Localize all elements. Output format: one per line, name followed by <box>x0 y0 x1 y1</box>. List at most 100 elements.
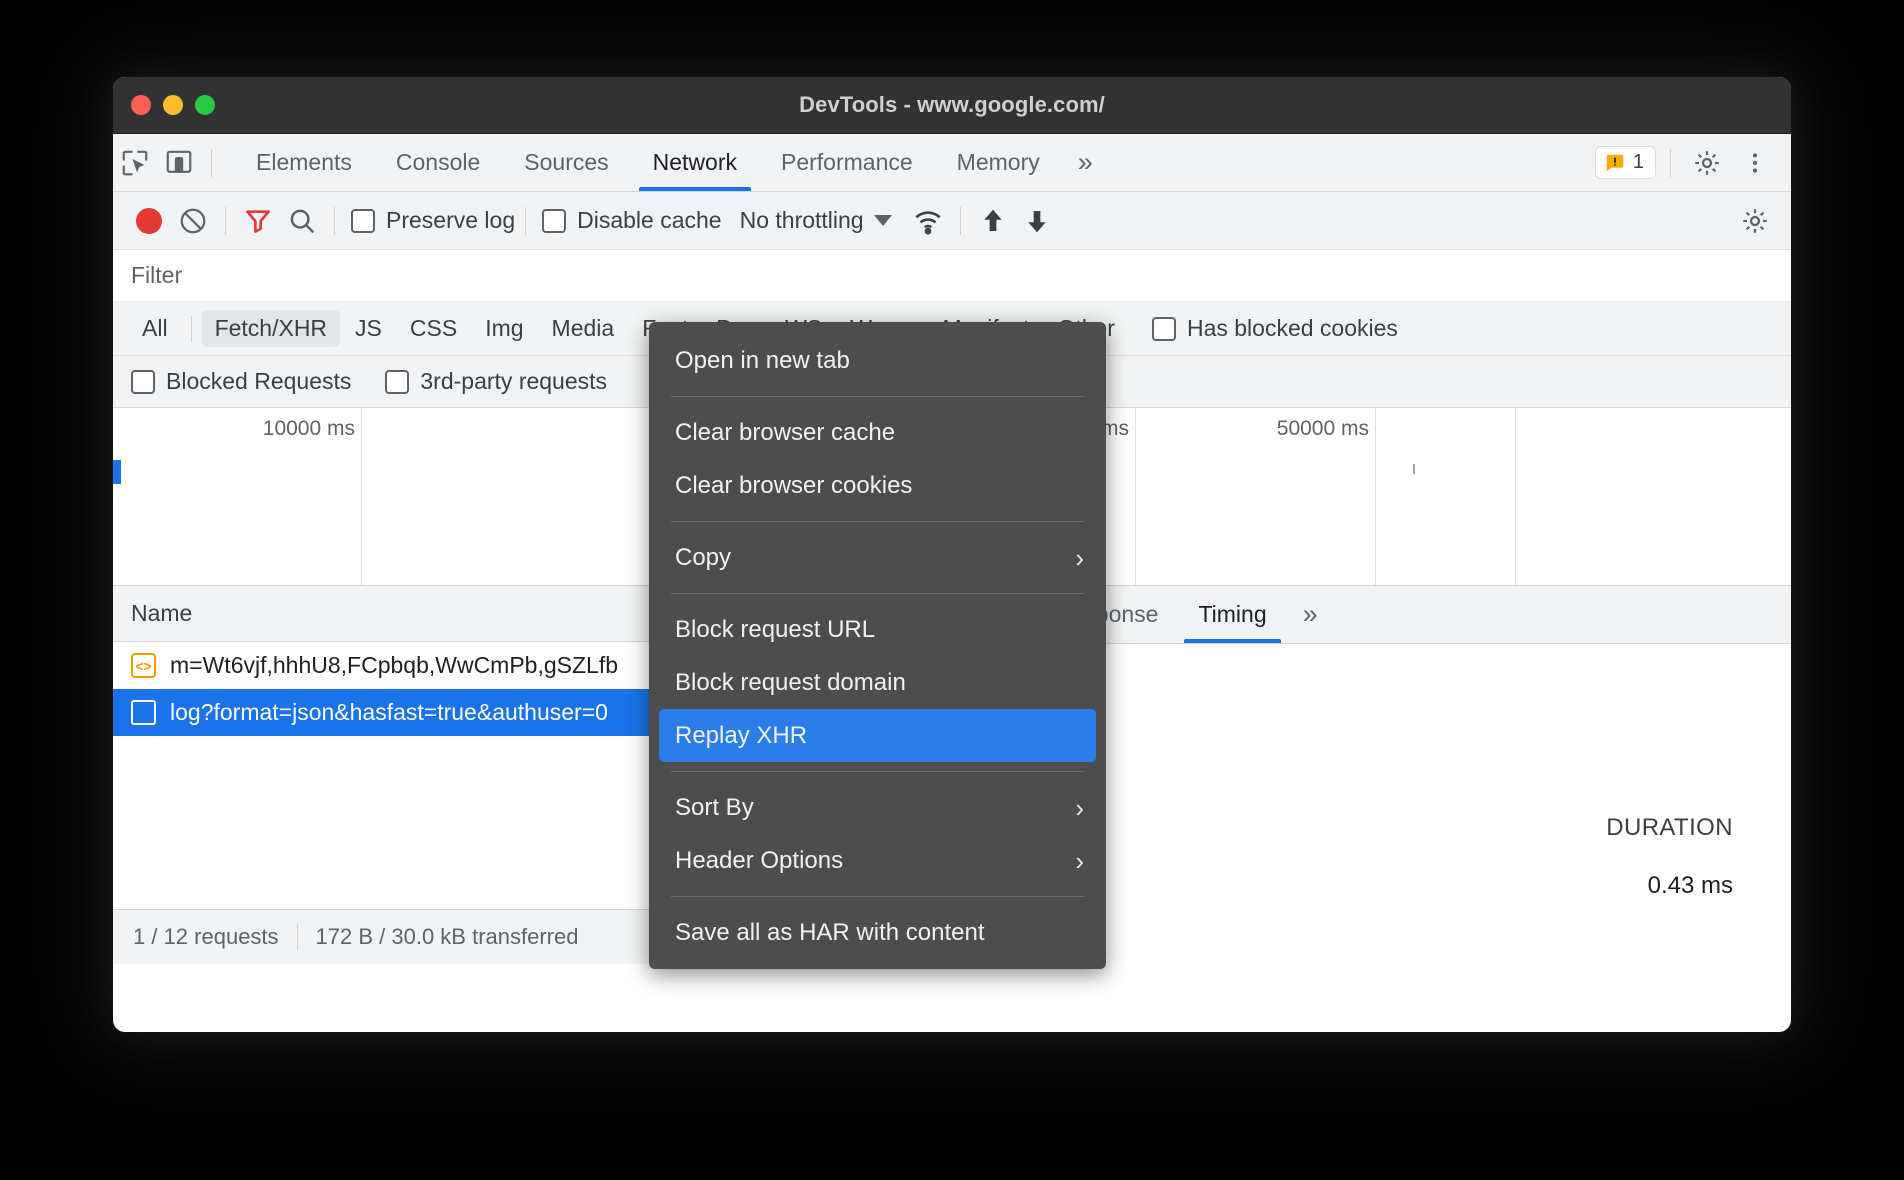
request-list: 10000 ms <box>113 408 654 586</box>
inspect-element-icon[interactable] <box>113 141 157 185</box>
filter-placeholder: Filter <box>131 262 182 289</box>
checkbox-box <box>1152 317 1176 341</box>
menu-item-clear-browser-cookies[interactable]: Clear browser cookies <box>649 459 1106 512</box>
menu-item-label: Sort By <box>675 794 754 822</box>
menu-item-block-request-url[interactable]: Block request URL <box>649 603 1106 656</box>
transferred-size: 172 B / 30.0 kB transferred <box>316 924 579 950</box>
more-tabs-icon[interactable]: » <box>1062 134 1109 191</box>
menu-item-block-request-domain[interactable]: Block request domain <box>649 656 1106 709</box>
tab-performance[interactable]: Performance <box>759 134 935 191</box>
tab-network[interactable]: Network <box>631 134 759 191</box>
menu-item-open-in-new-tab[interactable]: Open in new tab <box>649 334 1106 387</box>
third-party-requests-checkbox[interactable]: 3rd-party requests <box>385 368 607 395</box>
tab-memory[interactable]: Memory <box>935 134 1062 191</box>
filter-input[interactable]: Filter <box>113 250 1791 301</box>
chevron-right-icon: › <box>1075 795 1084 821</box>
menu-separator <box>671 521 1084 522</box>
third-party-requests-label: 3rd-party requests <box>420 368 607 395</box>
timing-row-value: 0.43 ms <box>1648 872 1733 900</box>
tab-sources[interactable]: Sources <box>502 134 630 191</box>
table-row[interactable]: log?format=json&hasfast=true&authuser=0 <box>113 689 654 736</box>
tab-elements[interactable]: Elements <box>234 134 374 191</box>
menu-separator <box>671 771 1084 772</box>
more-details-tabs-icon[interactable]: » <box>1287 586 1334 643</box>
menu-item-sort-by[interactable]: Sort By › <box>649 781 1106 834</box>
throttling-value: No throttling <box>740 207 864 234</box>
warning-count: 1 <box>1633 151 1644 174</box>
chevron-down-icon <box>874 215 892 226</box>
menu-item-replay-xhr[interactable]: Replay XHR <box>659 709 1096 762</box>
context-menu: Open in new tab Clear browser cache Clea… <box>649 322 1106 969</box>
tabbar-actions: 1 <box>1595 141 1791 185</box>
statusbar-divider <box>297 924 298 950</box>
warning-badge[interactable]: 1 <box>1595 146 1656 179</box>
record-button[interactable] <box>127 199 171 243</box>
gear-icon[interactable] <box>1733 199 1777 243</box>
type-filter-all[interactable]: All <box>129 310 181 347</box>
device-toolbar-icon[interactable] <box>157 141 201 185</box>
menu-separator <box>671 593 1084 594</box>
menu-item-copy[interactable]: Copy › <box>649 531 1106 584</box>
funnel-icon[interactable] <box>236 199 280 243</box>
has-blocked-cookies-checkbox[interactable]: Has blocked cookies <box>1152 315 1398 342</box>
window-title: DevTools - www.google.com/ <box>113 92 1791 118</box>
preserve-log-checkbox[interactable]: Preserve log <box>351 207 515 234</box>
disable-cache-checkbox[interactable]: Disable cache <box>542 207 721 234</box>
screen: DevTools - www.google.com/ Elements Cons… <box>0 0 1904 1180</box>
kebab-menu-icon[interactable] <box>1733 141 1777 185</box>
checkbox-box <box>542 209 566 233</box>
clear-button[interactable] <box>171 199 215 243</box>
menu-separator <box>671 396 1084 397</box>
warning-icon <box>1604 152 1626 174</box>
gear-icon[interactable] <box>1685 141 1729 185</box>
request-count: 1 / 12 requests <box>133 924 279 950</box>
type-filter-fetch-xhr[interactable]: Fetch/XHR <box>202 310 340 347</box>
menu-item-header-options[interactable]: Header Options › <box>649 834 1106 887</box>
devtools-window: DevTools - www.google.com/ Elements Cons… <box>113 77 1791 1032</box>
search-icon[interactable] <box>280 199 324 243</box>
type-filter-img[interactable]: Img <box>472 310 536 347</box>
toolbar-divider-4 <box>960 207 961 235</box>
panel-tabs: Elements Console Sources Network Perform… <box>234 134 1109 191</box>
window-titlebar: DevTools - www.google.com/ <box>113 77 1791 134</box>
blocked-requests-label: Blocked Requests <box>166 368 351 395</box>
menu-item-label: Header Options <box>675 847 843 875</box>
toolbar-divider-2 <box>334 207 335 235</box>
tabbar-divider <box>211 149 212 177</box>
menu-item-label: Copy <box>675 544 731 572</box>
overview-request-bar <box>113 460 121 484</box>
chevron-right-icon: › <box>1075 545 1084 571</box>
table-row[interactable]: <> m=Wt6vjf,hhhU8,FCpbqb,WwCmPb,gSZLfb <box>113 642 654 689</box>
toolbar-divider-3 <box>525 207 526 235</box>
tab-console[interactable]: Console <box>374 134 502 191</box>
toolbar-divider-1 <box>225 207 226 235</box>
blocked-requests-checkbox[interactable]: Blocked Requests <box>131 368 351 395</box>
duration-column-header: DURATION <box>1606 814 1733 842</box>
xhr-icon <box>131 700 156 725</box>
checkbox-box <box>385 370 409 394</box>
devtools-tabbar: Elements Console Sources Network Perform… <box>113 134 1791 192</box>
network-status-bar: 1 / 12 requests 172 B / 30.0 kB transfer… <box>113 909 654 964</box>
type-divider <box>191 316 192 342</box>
requests-column-header: Name <box>113 586 654 642</box>
type-filter-js[interactable]: JS <box>342 310 395 347</box>
overview-tick-10000: 10000 ms <box>263 417 361 441</box>
type-filter-media[interactable]: Media <box>539 310 628 347</box>
checkbox-box <box>131 370 155 394</box>
preserve-log-label: Preserve log <box>386 207 515 234</box>
filter-row: Filter <box>113 250 1791 302</box>
type-filter-css[interactable]: CSS <box>397 310 470 347</box>
wifi-settings-icon[interactable] <box>906 199 950 243</box>
requests-pane: 10000 ms Name <> m=Wt6vjf,hhhU8,FCpbqb,W… <box>113 408 655 964</box>
request-name: m=Wt6vjf,hhhU8,FCpbqb,WwCmPb,gSZLfb <box>170 652 618 679</box>
tab-timing[interactable]: Timing <box>1178 586 1286 643</box>
import-har-icon[interactable] <box>971 199 1015 243</box>
menu-item-save-all-as-har[interactable]: Save all as HAR with content <box>649 906 1106 959</box>
throttling-dropdown[interactable]: No throttling <box>740 207 892 234</box>
has-blocked-cookies-label: Has blocked cookies <box>1187 315 1398 342</box>
checkbox-box <box>351 209 375 233</box>
overview-tick-50000: 50000 ms <box>1277 417 1375 441</box>
menu-item-clear-browser-cache[interactable]: Clear browser cache <box>649 406 1106 459</box>
export-har-icon[interactable] <box>1015 199 1059 243</box>
actions-divider <box>1670 149 1671 177</box>
